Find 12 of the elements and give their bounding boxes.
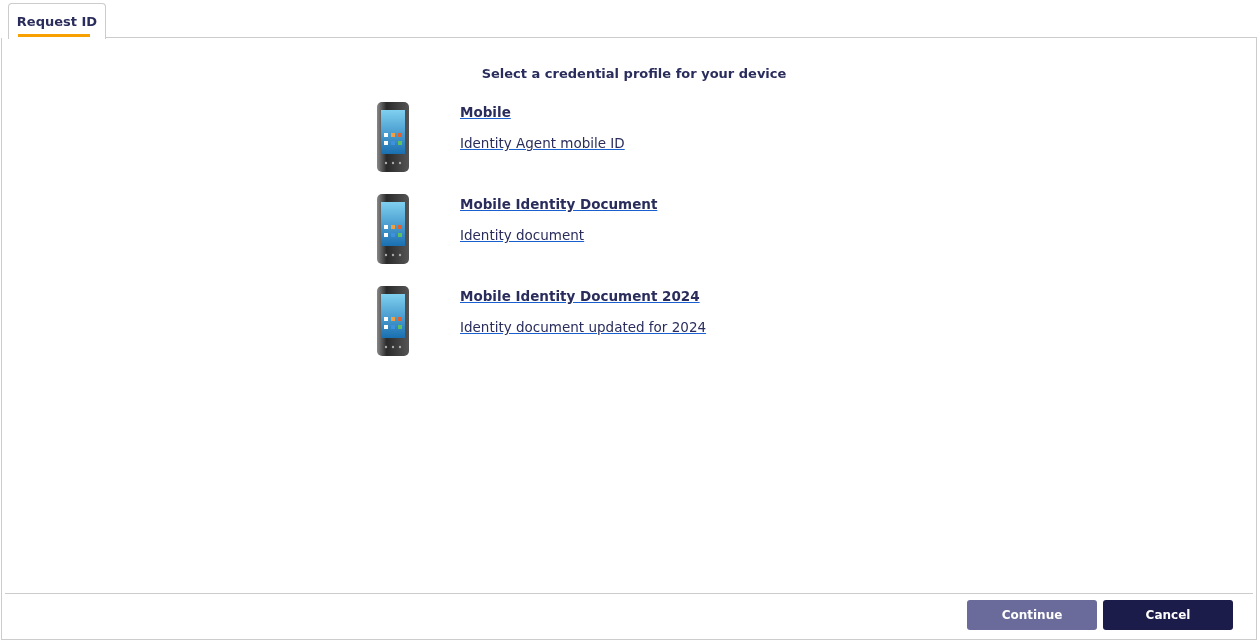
profile-link[interactable]: Mobile Identity Document <box>460 196 658 212</box>
profile-description-link[interactable]: Identity document <box>460 227 585 243</box>
profile-description-link[interactable]: Identity Agent mobile ID <box>460 135 625 151</box>
profile-description-link[interactable]: Identity document updated for 2024 <box>460 319 707 335</box>
smartphone-icon <box>376 193 410 265</box>
smartphone-icon <box>376 101 410 173</box>
tab[interactable]: Request ID <box>8 3 106 39</box>
heading: Select a credential profile for your device <box>481 66 787 81</box>
cancel-button[interactable]: Cancel <box>1103 600 1233 630</box>
profile-link[interactable]: Mobile Identity Document 2024 <box>460 288 700 304</box>
profile-link[interactable]: Mobile <box>460 104 511 120</box>
smartphone-icon <box>376 285 410 357</box>
